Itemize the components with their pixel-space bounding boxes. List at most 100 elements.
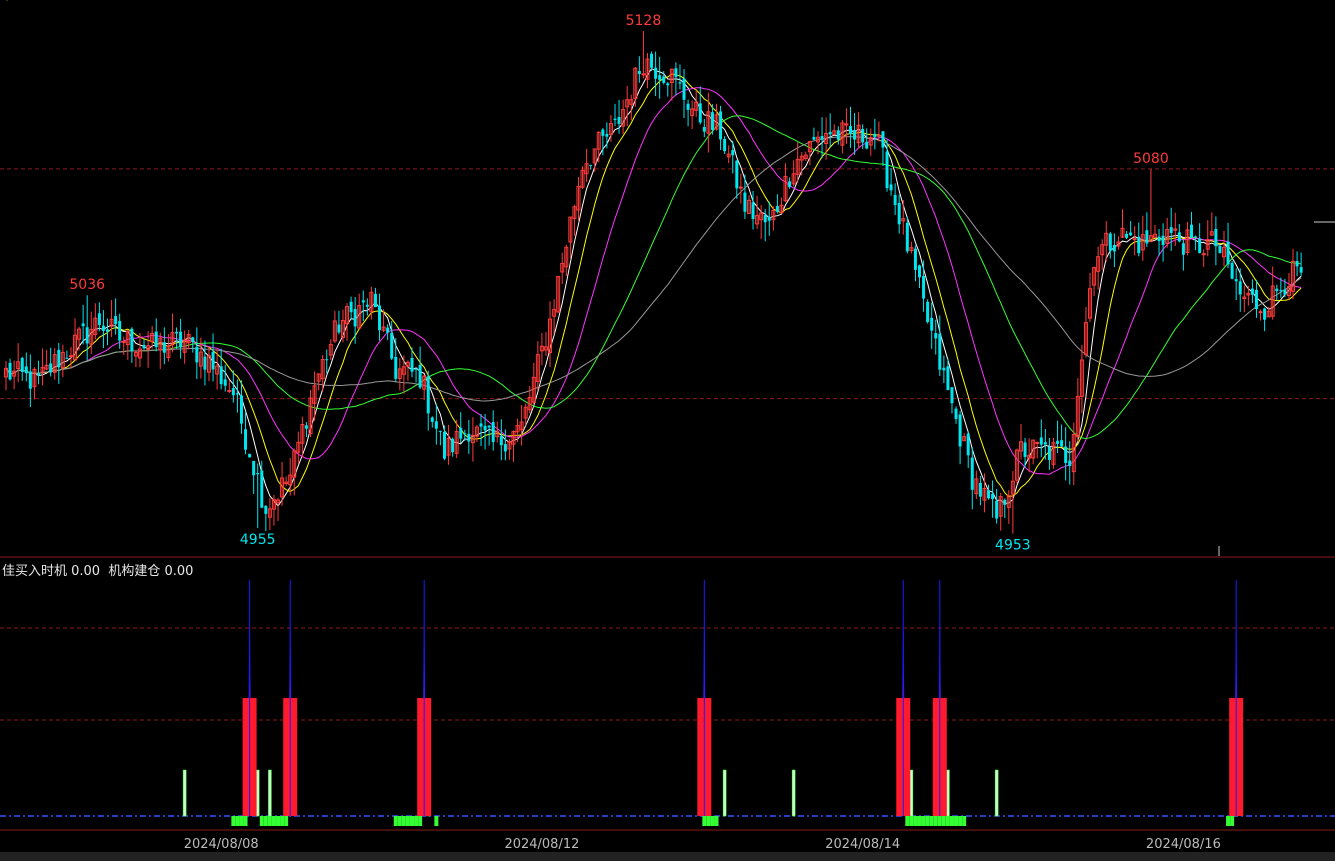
candle-body [260, 470, 264, 508]
candle-body [1254, 289, 1258, 309]
green-marker [393, 816, 398, 826]
legend-item: MA40 5035.43 [318, 0, 413, 3]
x-axis-label: 2024/08/14 [825, 837, 900, 852]
candle-body [130, 328, 134, 351]
candle-body [57, 349, 61, 368]
candle-body [666, 83, 670, 86]
candle-body [893, 194, 897, 205]
candle-body [946, 366, 950, 391]
green-marker [1226, 816, 1231, 826]
candle-body [1177, 232, 1181, 242]
ma-line [5, 87, 1302, 475]
green-marker [280, 816, 285, 826]
candle-body [1112, 244, 1116, 252]
candle-body [1234, 279, 1238, 282]
green-marker [410, 816, 414, 826]
green-marker [397, 816, 402, 826]
candle-body [114, 316, 118, 325]
candle-body [20, 357, 24, 372]
candle-body [966, 433, 970, 456]
green-marker [958, 816, 963, 826]
price-annotation: 4955 [240, 532, 276, 548]
x-axis: 2024/08/08 2024/08/12 2024/08/14 2024/08/16 [0, 837, 1335, 861]
green-marker [243, 816, 248, 826]
candle-body [881, 131, 885, 148]
legend-arrow-icon: ◆ [2, 0, 12, 3]
candle-body [483, 425, 487, 431]
candle-body [820, 136, 824, 140]
candle-body [1129, 232, 1133, 236]
green-marker [239, 816, 244, 826]
price-annotation: 5080 [1133, 151, 1169, 167]
candle-body [1056, 440, 1060, 444]
kline-chart[interactable]: ◆ MA5 5043.20 MA10 5041.50 MA20 5047.80 MA40… [0, 0, 1335, 861]
scrollbar [0, 852, 1335, 861]
candle-body [1023, 442, 1027, 457]
candle-body [106, 329, 109, 332]
green-marker [1230, 816, 1235, 826]
x-axis-label: 2024/08/16 [1146, 837, 1221, 852]
candle-body [378, 305, 382, 331]
green-marker [710, 816, 715, 826]
candle-body [650, 53, 654, 68]
candle-body [154, 331, 158, 348]
x-axis-label: 2024/08/08 [184, 837, 259, 852]
candle-body [812, 136, 816, 140]
candle-body [1238, 281, 1242, 295]
candle-body [1108, 233, 1112, 251]
candle-body [463, 433, 467, 435]
candle-body [1157, 236, 1161, 242]
green-marker [913, 816, 918, 826]
candle-body [1295, 261, 1299, 267]
candle-body [418, 364, 422, 388]
candle-body [1263, 308, 1267, 320]
candle-body [195, 346, 199, 363]
green-marker [962, 816, 967, 826]
candle-body [97, 313, 101, 325]
candle-body [1137, 236, 1141, 254]
candle-body [1125, 233, 1129, 238]
candle-body [735, 160, 739, 189]
candle-body [674, 68, 678, 78]
green-marker [941, 816, 946, 826]
candle-body [1043, 442, 1047, 445]
candle-body [865, 141, 869, 149]
small-signal-bar [791, 769, 796, 817]
candle-body [601, 129, 605, 136]
candle-body [499, 436, 503, 446]
candle-body [219, 366, 223, 385]
candle-body [1068, 460, 1072, 467]
candle-body [751, 202, 755, 220]
candle-body [654, 67, 658, 79]
candle-body [775, 206, 779, 212]
candle-body [589, 164, 593, 166]
price-annotation: 5036 [69, 277, 105, 293]
candle-body [678, 82, 682, 84]
ma-lines [5, 67, 1302, 507]
candle-body [256, 472, 260, 475]
candle-body [49, 363, 53, 373]
green-marker [276, 816, 281, 826]
candle-body [244, 429, 248, 450]
candle-body [1035, 441, 1040, 444]
candle-body [1190, 224, 1194, 238]
candle-body [930, 317, 934, 331]
candle-body [121, 340, 126, 343]
candle-body [970, 457, 974, 490]
candle-body [1218, 245, 1222, 253]
green-marker [929, 816, 934, 826]
candle-body [235, 393, 239, 395]
candle-body [991, 493, 995, 500]
candle-body [1039, 437, 1043, 445]
candle-body [438, 430, 442, 432]
candle-body [885, 151, 889, 189]
candle-body [731, 150, 735, 156]
candle-body [434, 421, 438, 429]
candle-body [349, 301, 353, 313]
indicator-panel [0, 546, 1335, 831]
candle-body [605, 133, 609, 137]
candle-body [248, 453, 252, 458]
candle-body [503, 444, 507, 452]
green-marker [937, 816, 942, 826]
green-marker [418, 816, 423, 826]
